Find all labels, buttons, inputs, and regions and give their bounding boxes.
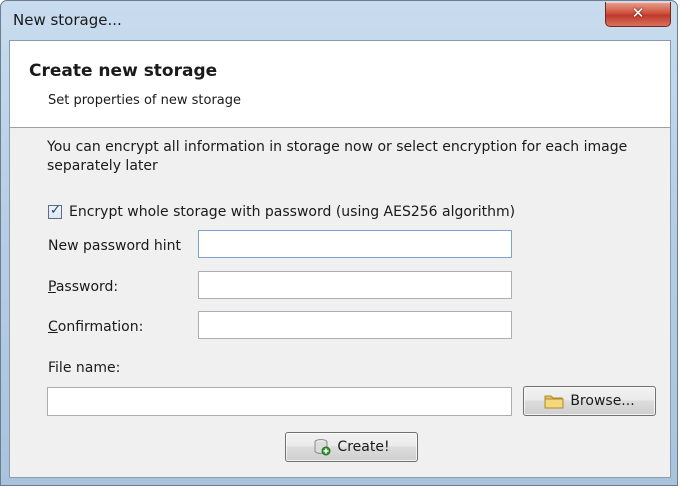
browse-button[interactable]: Browse... bbox=[523, 386, 656, 416]
close-icon: ✕ bbox=[631, 4, 645, 22]
dialog-client-area: Create new storage Set properties of new… bbox=[9, 40, 671, 478]
confirmation-input[interactable] bbox=[199, 312, 511, 338]
confirmation-label-rest: onfirmation: bbox=[57, 319, 144, 335]
header-band: Create new storage Set properties of new… bbox=[10, 41, 670, 128]
checkmark-icon: ✓ bbox=[50, 203, 61, 218]
folder-icon bbox=[544, 393, 564, 409]
file-name-label: File name: bbox=[48, 360, 121, 376]
header-title: Create new storage bbox=[29, 61, 218, 81]
confirmation-label-mnemonic: C bbox=[48, 319, 58, 335]
info-text: You can encrypt all information in stora… bbox=[47, 139, 628, 174]
dialog-window: New storage... ✕ Create new storage Set … bbox=[0, 0, 678, 486]
close-button[interactable]: ✕ bbox=[605, 2, 671, 27]
browse-button-label: Browse... bbox=[570, 393, 635, 409]
encrypt-checkbox[interactable]: ✓ bbox=[48, 203, 62, 219]
header-subtitle: Set properties of new storage bbox=[48, 93, 242, 108]
encrypt-checkbox-label[interactable]: Encrypt whole storage with password (usi… bbox=[69, 204, 515, 220]
window-title: New storage... bbox=[13, 11, 122, 29]
password-hint-label: New password hint bbox=[48, 238, 182, 254]
encrypt-checkbox-row[interactable]: ✓ Encrypt whole storage with password (u… bbox=[48, 203, 515, 220]
database-add-icon bbox=[313, 438, 331, 456]
file-name-field[interactable] bbox=[47, 387, 512, 416]
password-label: Password: bbox=[48, 279, 118, 295]
password-field[interactable] bbox=[198, 271, 512, 299]
password-label-mnemonic: P bbox=[48, 279, 56, 295]
file-name-input[interactable] bbox=[48, 388, 511, 415]
password-hint-field[interactable] bbox=[198, 230, 512, 258]
password-hint-input[interactable] bbox=[199, 231, 511, 257]
confirmation-label: Confirmation: bbox=[48, 319, 143, 335]
title-bar[interactable]: New storage... ✕ bbox=[1, 1, 677, 39]
password-label-rest: assword: bbox=[55, 279, 119, 295]
confirmation-field[interactable] bbox=[198, 311, 512, 339]
create-button[interactable]: Create! bbox=[285, 432, 418, 462]
password-input[interactable] bbox=[199, 272, 511, 298]
create-button-label: Create! bbox=[337, 439, 390, 455]
